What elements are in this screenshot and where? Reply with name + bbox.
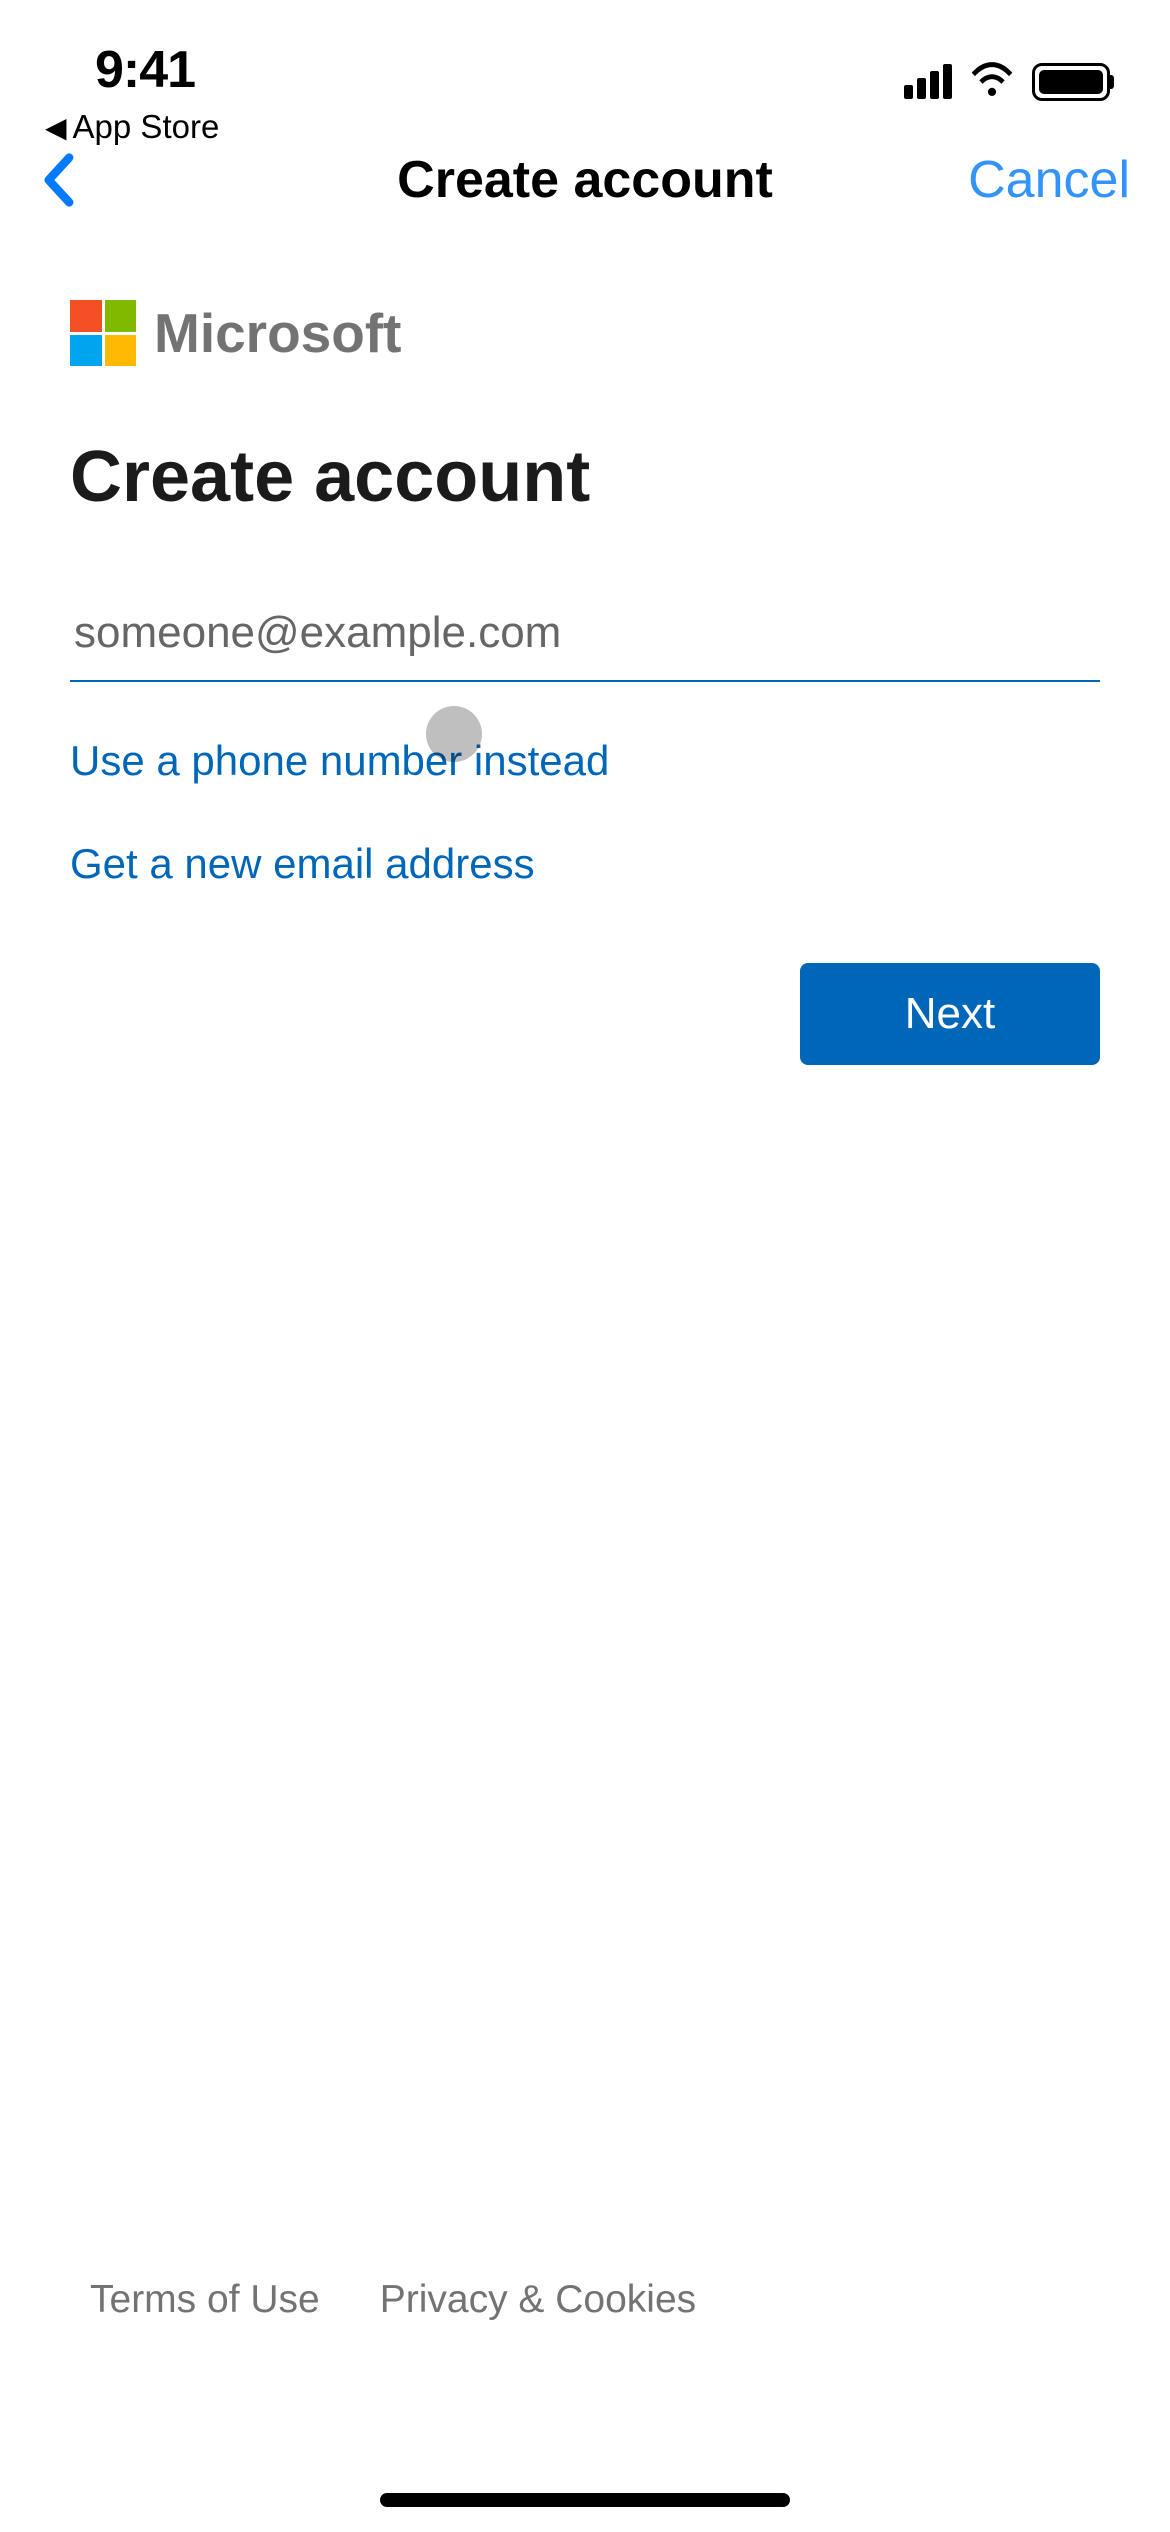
page-heading: Create account <box>70 436 1100 518</box>
email-input[interactable] <box>70 598 1100 682</box>
cancel-button[interactable]: Cancel <box>968 150 1130 210</box>
status-bar: 9:41 ◀︎ App Store <box>0 0 1170 130</box>
back-button[interactable] <box>40 152 76 208</box>
footer: Terms of Use Privacy & Cookies <box>0 2278 1170 2322</box>
status-right-group <box>904 40 1110 101</box>
home-indicator[interactable] <box>380 2493 790 2507</box>
next-button[interactable]: Next <box>800 963 1100 1065</box>
status-time: 9:41 <box>95 40 195 100</box>
main-content: Microsoft Create account Use a phone num… <box>0 250 1170 888</box>
terms-of-use-link[interactable]: Terms of Use <box>90 2278 320 2322</box>
chevron-left-icon <box>40 152 76 208</box>
microsoft-logo-icon <box>70 300 136 366</box>
battery-icon <box>1032 63 1110 101</box>
use-phone-link[interactable]: Use a phone number instead <box>70 737 1100 785</box>
microsoft-brand: Microsoft <box>70 300 1100 366</box>
wifi-icon <box>970 62 1014 101</box>
privacy-cookies-link[interactable]: Privacy & Cookies <box>380 2278 696 2322</box>
nav-title: Create account <box>397 150 773 210</box>
new-email-link[interactable]: Get a new email address <box>70 840 1100 888</box>
nav-bar: Create account Cancel <box>0 130 1170 250</box>
microsoft-brand-text: Microsoft <box>154 301 402 365</box>
touch-indicator <box>426 706 482 762</box>
cellular-signal-icon <box>904 64 952 99</box>
